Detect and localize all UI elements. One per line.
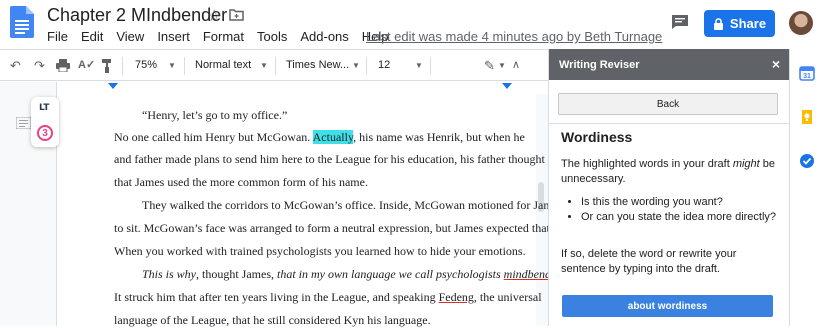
flagged-word[interactable]: Fedeng: [439, 290, 474, 304]
menu-bar: File Edit View Insert Format Tools Add-ons Help: [47, 29, 402, 44]
italic-text: that in my own language we call psycholo…: [277, 267, 504, 281]
panel-heading: Wordiness: [561, 129, 633, 145]
document-line[interactable]: to sit. McGowan’s face was arranged to f…: [114, 221, 553, 236]
document-line[interactable]: When you worked with trained psychologis…: [114, 244, 526, 259]
italic-text: This is why: [142, 267, 197, 281]
share-button[interactable]: Share: [704, 10, 775, 37]
panel-intro: The highlighted words in your draft migh…: [561, 158, 776, 185]
languagetool-logo: LT: [39, 103, 50, 113]
panel-advice: If so, delete the word or rewrite your s…: [561, 248, 737, 275]
writing-reviser-panel: Writing Reviser × Back Wordiness The hig…: [548, 49, 790, 326]
text-run: that James used the more common form of …: [114, 175, 368, 189]
panel-title: Writing Reviser: [559, 59, 640, 71]
redo-icon[interactable]: ↷: [34, 58, 45, 74]
text-run: When you worked with trained psychologis…: [114, 244, 526, 258]
share-label: Share: [729, 16, 767, 31]
lock-icon: [713, 17, 723, 30]
toolbar-divider: [366, 57, 367, 75]
document-line[interactable]: This is why, thought James, that in my o…: [142, 267, 569, 282]
spellcheck-icon[interactable]: A✓: [78, 58, 95, 71]
undo-icon[interactable]: ↶: [10, 58, 21, 74]
font-size-select[interactable]: 12: [378, 59, 390, 71]
toolbar-divider: [275, 57, 276, 75]
paint-format-icon[interactable]: [102, 59, 112, 73]
ruler: [0, 82, 548, 94]
close-icon[interactable]: ×: [772, 56, 780, 72]
star-icon[interactable]: ☆: [207, 6, 221, 26]
document-line[interactable]: They walked the corridors to McGowan’s o…: [142, 198, 563, 213]
calendar-icon[interactable]: 31: [799, 65, 815, 81]
text-run: and father made plans to send him here t…: [114, 152, 577, 166]
toolbar-divider: [430, 57, 431, 75]
text-run: language of the League, that he still co…: [114, 313, 431, 327]
menu-item-add-ons[interactable]: Add-ons: [300, 29, 348, 44]
text-run: It struck him that after ten years livin…: [114, 290, 439, 304]
menu-item-tools[interactable]: Tools: [257, 29, 287, 44]
languagetool-badge[interactable]: LT 3: [31, 97, 59, 147]
panel-bullet-list: Is this the wording you want? Or can you…: [581, 195, 781, 225]
avatar[interactable]: [789, 11, 813, 35]
panel-divider: [549, 123, 790, 124]
editing-mode-pencil-icon[interactable]: ✎: [484, 58, 495, 74]
text-run: No one called him Henry but McGowan.: [114, 130, 313, 144]
chevron-down-icon: ▼: [168, 61, 176, 70]
menu-item-insert[interactable]: Insert: [157, 29, 190, 44]
chevron-down-icon: ▼: [415, 61, 423, 70]
text-run: , thought James,: [196, 267, 278, 281]
text-run: They walked the corridors to McGowan’s o…: [142, 198, 563, 212]
last-edit-link[interactable]: Last edit was made 4 minutes ago by Beth…: [366, 29, 662, 44]
document-line[interactable]: and father made plans to send him here t…: [114, 152, 577, 167]
about-wordiness-button[interactable]: about wordiness: [562, 295, 773, 317]
chevron-down-icon: ▼: [260, 61, 268, 70]
text-run: to sit. McGowan’s face was arranged to f…: [114, 221, 553, 235]
tasks-icon[interactable]: [799, 153, 815, 169]
document-outline-icon[interactable]: [16, 117, 31, 129]
left-indent-marker[interactable]: [108, 83, 118, 89]
menu-item-view[interactable]: View: [116, 29, 144, 44]
text-run: , his name was Henrik, but when he: [353, 130, 525, 144]
chevron-down-icon: ▼: [498, 61, 506, 70]
document-line[interactable]: No one called him Henry but McGowan. Act…: [114, 130, 525, 145]
document-title[interactable]: Chapter 2 MIndbender: [47, 5, 227, 26]
svg-text:31: 31: [803, 73, 811, 80]
toolbar-divider: [122, 57, 123, 75]
google-docs-icon[interactable]: [10, 6, 34, 38]
zoom-select[interactable]: 75%: [135, 59, 157, 71]
document-line[interactable]: that James used the more common form of …: [114, 175, 368, 190]
issue-count-badge[interactable]: 3: [37, 125, 53, 141]
list-item: Is this the wording you want?: [581, 195, 781, 210]
document-line[interactable]: It struck him that after ten years livin…: [114, 290, 542, 305]
menu-item-edit[interactable]: Edit: [81, 29, 103, 44]
right-indent-marker[interactable]: [502, 83, 512, 89]
list-item: Or can you state the idea more directly?: [581, 210, 781, 225]
font-select[interactable]: Times New...: [286, 59, 349, 71]
chevron-down-icon: ▼: [352, 61, 360, 70]
style-select[interactable]: Normal text: [195, 59, 251, 71]
move-to-folder-icon[interactable]: [229, 8, 244, 21]
keep-icon[interactable]: [799, 109, 815, 125]
menu-item-file[interactable]: File: [47, 29, 68, 44]
text-run: , the universal: [473, 290, 542, 304]
collapse-toolbar-icon[interactable]: ∧: [512, 58, 520, 71]
panel-header: Writing Reviser ×: [549, 49, 790, 80]
highlighted-word[interactable]: Actually: [312, 130, 354, 144]
title-bar: Chapter 2 MIndbender ☆ File Edit View Inser…: [0, 0, 821, 48]
back-button[interactable]: Back: [558, 93, 778, 115]
toolbar-divider: [184, 57, 185, 75]
document-line[interactable]: “Henry, let’s go to my office.”: [142, 108, 287, 123]
print-icon[interactable]: [56, 59, 70, 72]
text-run: “Henry, let’s go to my office.”: [142, 108, 288, 122]
formatting-toolbar: ↶ ↷ A✓ 75% ▼ Normal text ▼ Times New... …: [0, 49, 548, 81]
menu-item-format[interactable]: Format: [203, 29, 244, 44]
comment-history-icon[interactable]: [671, 14, 689, 30]
side-panel-strip: 31: [789, 49, 821, 326]
